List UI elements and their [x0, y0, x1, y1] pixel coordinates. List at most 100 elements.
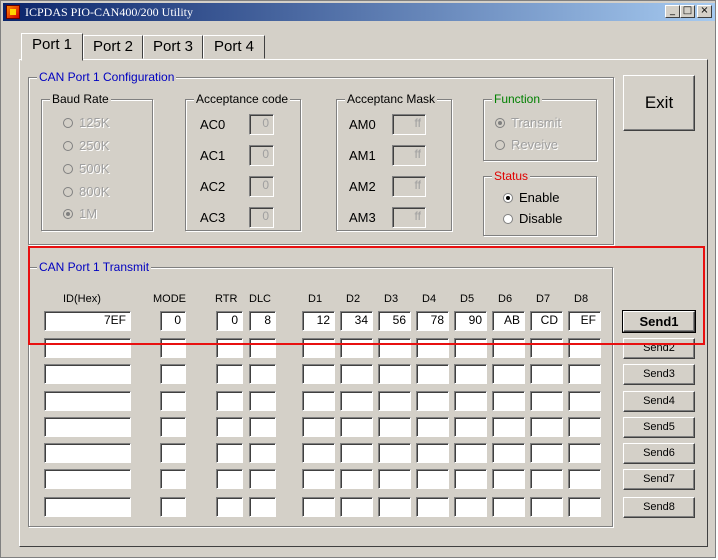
mode-field[interactable]: [160, 417, 186, 437]
data-field-d4[interactable]: [416, 364, 449, 384]
title-bar[interactable]: ICPDAS PIO-CAN400/200 Utility _ □ ×: [3, 3, 715, 21]
data-field-d5[interactable]: [454, 364, 487, 384]
data-field-d8[interactable]: [568, 417, 601, 437]
send-button-8[interactable]: Send8: [623, 497, 695, 518]
maximize-button[interactable]: □: [680, 5, 695, 18]
data-field-d2[interactable]: [340, 391, 373, 411]
data-field-d3[interactable]: [378, 364, 411, 384]
tab-port-2[interactable]: Port 2: [83, 35, 143, 59]
data-field-d5[interactable]: [454, 497, 487, 517]
send-button-1[interactable]: Send1: [622, 310, 696, 333]
send-button-4[interactable]: Send4: [623, 391, 695, 412]
data-field-d8[interactable]: [568, 469, 601, 489]
rtr-field[interactable]: [216, 364, 243, 384]
tab-port-1[interactable]: Port 1: [21, 33, 83, 61]
data-field-d5[interactable]: [454, 417, 487, 437]
data-field-d7[interactable]: CD: [530, 311, 563, 331]
dlc-field[interactable]: [249, 469, 276, 489]
data-field-d5[interactable]: [454, 469, 487, 489]
mode-field[interactable]: [160, 469, 186, 489]
data-field-d1[interactable]: 12: [302, 311, 335, 331]
data-field-d8[interactable]: [568, 443, 601, 463]
dlc-field[interactable]: [249, 443, 276, 463]
data-field-d1[interactable]: [302, 391, 335, 411]
id-field[interactable]: [44, 469, 131, 489]
data-field-d6[interactable]: [492, 338, 525, 358]
data-field-d4[interactable]: [416, 417, 449, 437]
data-field-d7[interactable]: [530, 391, 563, 411]
baud-radio-500k[interactable]: 500K: [63, 161, 109, 176]
send-button-5[interactable]: Send5: [623, 417, 695, 438]
id-field[interactable]: 7EF: [44, 311, 131, 331]
id-field[interactable]: [44, 391, 131, 411]
rtr-field[interactable]: [216, 391, 243, 411]
id-field[interactable]: [44, 497, 131, 517]
data-field-d4[interactable]: [416, 338, 449, 358]
acceptance-code-field-ac2[interactable]: 0: [249, 176, 274, 197]
data-field-d8[interactable]: [568, 497, 601, 517]
data-field-d6[interactable]: [492, 364, 525, 384]
data-field-d2[interactable]: [340, 443, 373, 463]
data-field-d1[interactable]: [302, 364, 335, 384]
data-field-d8[interactable]: [568, 391, 601, 411]
dlc-field[interactable]: 8: [249, 311, 276, 331]
id-field[interactable]: [44, 338, 131, 358]
data-field-d7[interactable]: [530, 364, 563, 384]
baud-radio-800k[interactable]: 800K: [63, 184, 109, 199]
acceptance-mask-field-am0[interactable]: ff: [392, 114, 426, 135]
send-button-7[interactable]: Send7: [623, 469, 695, 490]
data-field-d2[interactable]: [340, 417, 373, 437]
dlc-field[interactable]: [249, 364, 276, 384]
status-radio-enable[interactable]: Enable: [503, 190, 559, 205]
acceptance-mask-field-am3[interactable]: ff: [392, 207, 426, 228]
mode-field[interactable]: [160, 497, 186, 517]
mode-field[interactable]: 0: [160, 311, 186, 331]
data-field-d3[interactable]: [378, 443, 411, 463]
function-radio-transmit[interactable]: Transmit: [495, 115, 561, 130]
acceptance-mask-field-am2[interactable]: ff: [392, 176, 426, 197]
tab-port-3[interactable]: Port 3: [143, 35, 203, 59]
data-field-d1[interactable]: [302, 443, 335, 463]
rtr-field[interactable]: [216, 497, 243, 517]
mode-field[interactable]: [160, 391, 186, 411]
data-field-d8[interactable]: EF: [568, 311, 601, 331]
data-field-d6[interactable]: [492, 497, 525, 517]
rtr-field[interactable]: [216, 469, 243, 489]
mode-field[interactable]: [160, 364, 186, 384]
send-button-3[interactable]: Send3: [623, 364, 695, 385]
baud-radio-125k[interactable]: 125K: [63, 115, 109, 130]
dlc-field[interactable]: [249, 338, 276, 358]
data-field-d5[interactable]: [454, 391, 487, 411]
id-field[interactable]: [44, 364, 131, 384]
acceptance-mask-field-am1[interactable]: ff: [392, 145, 426, 166]
data-field-d6[interactable]: [492, 443, 525, 463]
acceptance-code-field-ac0[interactable]: 0: [249, 114, 274, 135]
close-button[interactable]: ×: [697, 5, 712, 18]
mode-field[interactable]: [160, 338, 186, 358]
data-field-d6[interactable]: [492, 391, 525, 411]
status-radio-disable[interactable]: Disable: [503, 211, 562, 226]
id-field[interactable]: [44, 417, 131, 437]
data-field-d7[interactable]: [530, 469, 563, 489]
data-field-d7[interactable]: [530, 338, 563, 358]
baud-radio-250k[interactable]: 250K: [63, 138, 109, 153]
data-field-d1[interactable]: [302, 469, 335, 489]
data-field-d2[interactable]: [340, 497, 373, 517]
rtr-field[interactable]: 0: [216, 311, 243, 331]
mode-field[interactable]: [160, 443, 186, 463]
data-field-d3[interactable]: [378, 391, 411, 411]
data-field-d3[interactable]: 56: [378, 311, 411, 331]
dlc-field[interactable]: [249, 417, 276, 437]
data-field-d1[interactable]: [302, 338, 335, 358]
acceptance-code-field-ac1[interactable]: 0: [249, 145, 274, 166]
dlc-field[interactable]: [249, 391, 276, 411]
data-field-d3[interactable]: [378, 497, 411, 517]
data-field-d4[interactable]: [416, 469, 449, 489]
function-radio-reveive[interactable]: Reveive: [495, 137, 558, 152]
dlc-field[interactable]: [249, 497, 276, 517]
tab-port-4[interactable]: Port 4: [203, 35, 265, 59]
exit-button[interactable]: Exit: [623, 75, 695, 131]
rtr-field[interactable]: [216, 417, 243, 437]
data-field-d2[interactable]: 34: [340, 311, 373, 331]
data-field-d7[interactable]: [530, 497, 563, 517]
